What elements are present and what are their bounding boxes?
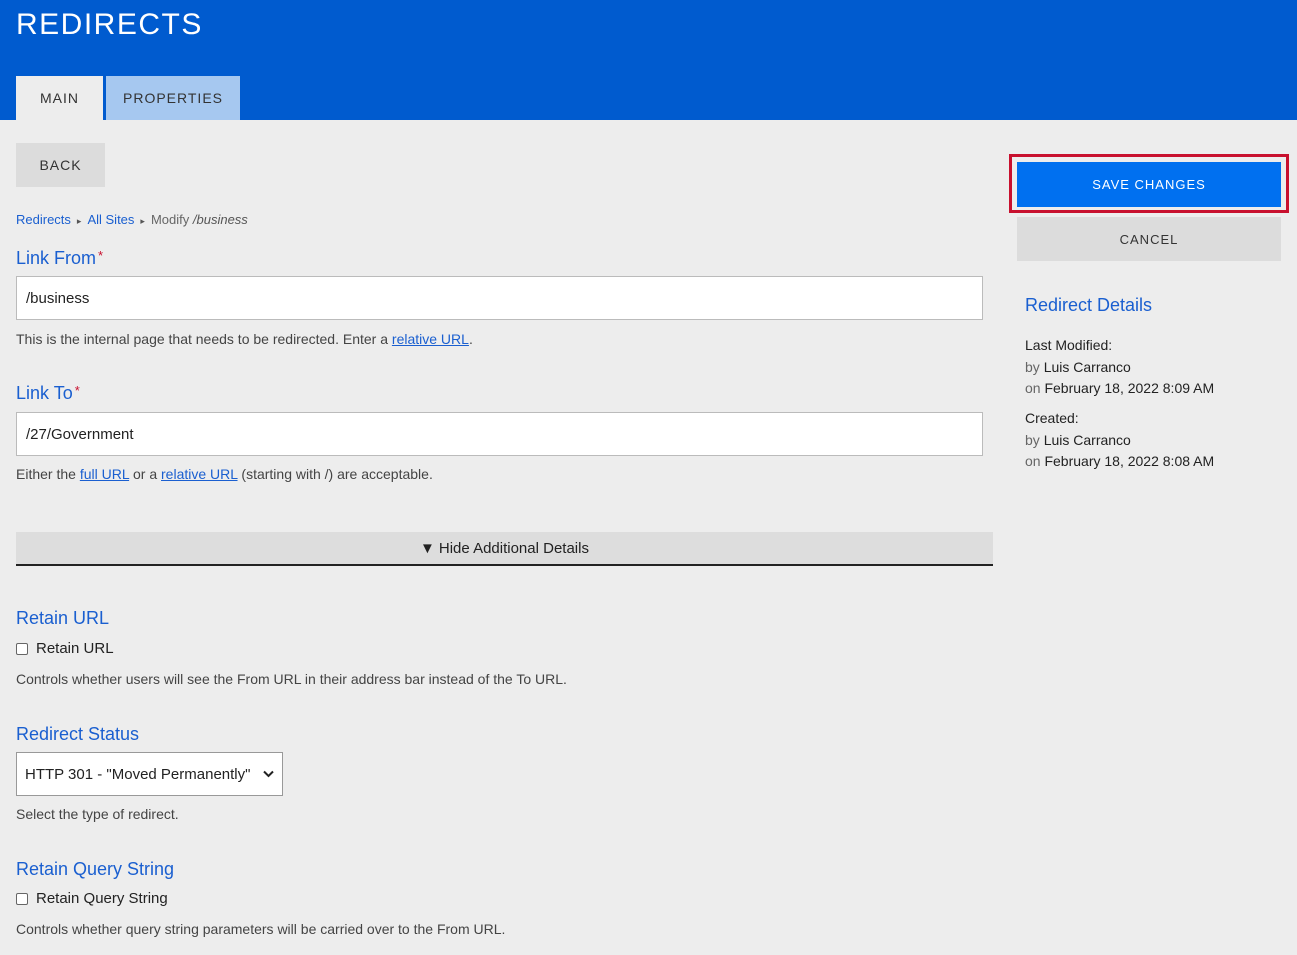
retain-query-row: Retain Query String: [16, 890, 168, 907]
created-label: Created:: [1025, 410, 1079, 426]
tab-properties[interactable]: PROPERTIES: [106, 76, 240, 120]
retain-query-heading: Retain Query String: [16, 859, 175, 879]
redirect-status-value: HTTP 301 - "Moved Permanently": [25, 765, 251, 783]
breadcrumb-current-prefix: Modify: [150, 212, 190, 227]
relative-url-link[interactable]: relative URL: [161, 466, 238, 482]
retain-url-heading: Retain URL: [16, 608, 110, 628]
retain-query-checkbox-label[interactable]: Retain Query String: [36, 890, 168, 907]
link-to-input[interactable]: /27/Government: [16, 412, 983, 456]
page-title: REDIRECTS: [16, 8, 203, 41]
link-from-label: Link From *: [16, 248, 104, 268]
required-marker: *: [74, 383, 80, 398]
redirect-details-title: Redirect Details: [1025, 295, 1153, 315]
retain-query-help: Controls whether query string parameters…: [16, 921, 506, 937]
last-modified-on: on February 18, 2022 8:09 AM: [1025, 380, 1215, 396]
retain-query-checkbox[interactable]: [16, 892, 28, 905]
breadcrumb-separator-icon: ▸: [140, 216, 145, 226]
breadcrumb: Redirects ▸ All Sites ▸ Modify /business: [16, 212, 248, 227]
breadcrumb-current-path: /business: [192, 212, 248, 227]
last-modified-by: by Luis Carranco: [1025, 359, 1131, 375]
redirect-status-heading: Redirect Status: [16, 724, 140, 744]
triangle-down-icon: ▼: [420, 539, 435, 557]
link-to-label: Link To *: [16, 383, 80, 403]
created-on: on February 18, 2022 8:08 AM: [1025, 453, 1215, 469]
back-button[interactable]: BACK: [16, 143, 105, 187]
hide-additional-details-toggle[interactable]: ▼ Hide Additional Details: [16, 532, 993, 566]
retain-url-help: Controls whether users will see the From…: [16, 671, 567, 687]
link-from-help: This is the internal page that needs to …: [16, 331, 473, 347]
created-by: by Luis Carranco: [1025, 432, 1131, 448]
cancel-button[interactable]: CANCEL: [1017, 217, 1281, 261]
retain-url-checkbox[interactable]: [16, 642, 28, 655]
page-header: REDIRECTS MAIN PROPERTIES: [0, 0, 1297, 120]
link-to-help: Either the full URL or a relative URL (s…: [16, 466, 433, 482]
breadcrumb-all-sites-link[interactable]: All Sites: [87, 212, 134, 227]
breadcrumb-redirects-link[interactable]: Redirects: [16, 212, 71, 227]
retain-url-row: Retain URL: [16, 640, 114, 657]
breadcrumb-separator-icon: ▸: [76, 216, 82, 226]
link-from-input[interactable]: /business: [16, 276, 983, 320]
chevron-down-icon: [263, 770, 274, 778]
relative-url-link[interactable]: relative URL: [392, 331, 469, 347]
required-marker: *: [98, 248, 104, 263]
tab-main[interactable]: MAIN: [16, 76, 103, 120]
redirect-status-help: Select the type of redirect.: [16, 806, 179, 822]
toggle-label: Hide Additional Details: [438, 539, 589, 557]
retain-url-checkbox-label[interactable]: Retain URL: [36, 640, 114, 657]
redirect-status-select[interactable]: HTTP 301 - "Moved Permanently": [16, 752, 283, 796]
full-url-link[interactable]: full URL: [80, 466, 129, 482]
last-modified-label: Last Modified:: [1025, 337, 1113, 353]
save-changes-button[interactable]: SAVE CHANGES: [1017, 162, 1281, 207]
